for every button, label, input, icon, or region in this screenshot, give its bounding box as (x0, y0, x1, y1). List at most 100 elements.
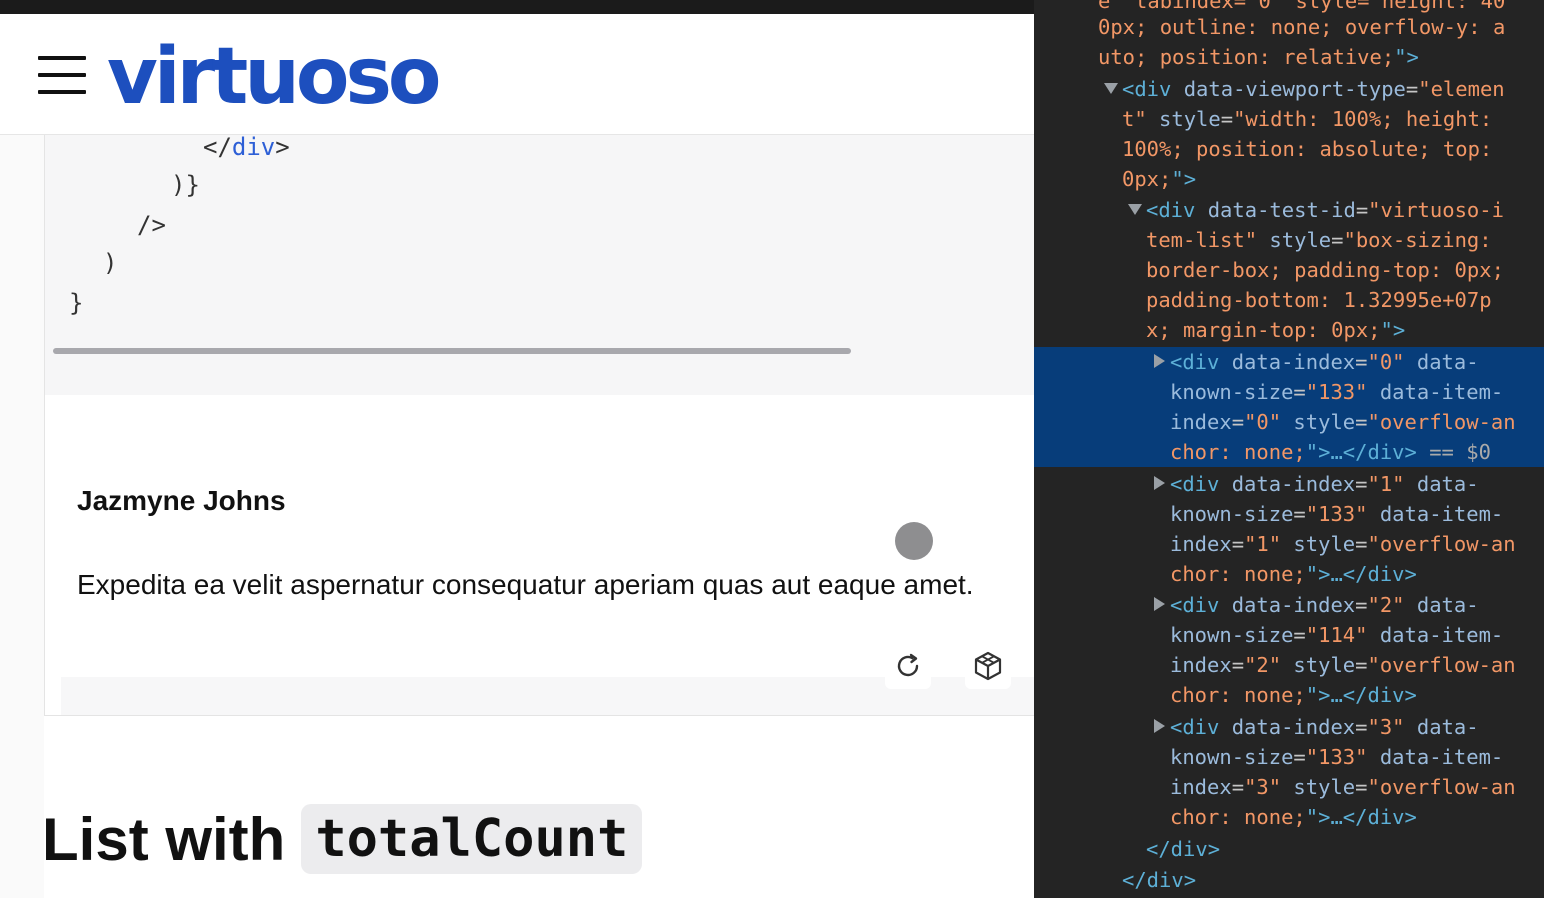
left-gutter (0, 135, 44, 898)
virtuoso-logo[interactable]: virtuoso (107, 32, 441, 122)
devtools-token: t" (1122, 107, 1160, 131)
expand-triangle-icon[interactable] (1154, 597, 1165, 611)
collapse-triangle-icon[interactable] (1104, 83, 1118, 94)
browser-top-strip (0, 0, 1034, 14)
devtools-token: </div> (1122, 868, 1197, 892)
devtools-token: "3" (1367, 715, 1405, 739)
devtools-token: = (1355, 775, 1368, 799)
devtools-token: "> (1394, 45, 1419, 69)
devtools-code-line[interactable]: 0px;"> (1122, 164, 1196, 194)
devtools-code-line[interactable]: 0px; outline: none; overflow-y: a (1098, 12, 1505, 42)
devtools-token: style (1281, 775, 1356, 799)
devtools-token: "2" (1244, 653, 1282, 677)
devtools-code-line[interactable]: <div data-test-id="virtuoso-i (1146, 195, 1504, 225)
devtools-code-line[interactable]: border-box; padding-top: 0px; (1146, 255, 1504, 285)
devtools-token: ">…</div> (1305, 805, 1417, 829)
devtools-token: uto; position: relative; (1098, 45, 1395, 69)
devtools-token: known-size (1170, 623, 1294, 647)
devtools-token: index (1170, 653, 1232, 677)
devtools-code-line[interactable]: chor: none;">…</div> == $0 (1170, 437, 1491, 467)
devtools-token: data-test-id (1207, 198, 1356, 222)
devtools-token: "box-sizing: (1343, 228, 1492, 252)
devtools-code-line[interactable]: <div data-index="2" data- (1170, 590, 1479, 620)
devtools-code-line[interactable]: chor: none;">…</div> (1170, 680, 1417, 710)
devtools-token: = (1331, 228, 1344, 252)
devtools-token: data-item- (1367, 380, 1504, 404)
expand-triangle-icon[interactable] (1154, 354, 1165, 368)
devtools-code-line[interactable]: index="0" style="overflow-an (1170, 407, 1516, 437)
section-heading-code: totalCount (301, 804, 643, 874)
devtools-code-line[interactable]: known-size="114" data-item- (1170, 620, 1503, 650)
devtools-token: = (1355, 715, 1368, 739)
code-line: </div> (203, 133, 290, 161)
devtools-code-line[interactable]: known-size="133" data-item- (1170, 742, 1503, 772)
devtools-token: x; margin-top: 0px; (1146, 318, 1381, 342)
devtools-code-line[interactable]: <div data-index="0" data- (1170, 347, 1479, 377)
devtools-token: </div> (1146, 837, 1221, 861)
devtools-token: "0" (1244, 410, 1282, 434)
devtools-token: style (1159, 107, 1221, 131)
open-in-codesandbox-button[interactable] (965, 643, 1011, 689)
devtools-token: = (1231, 410, 1245, 434)
devtools-token: ">…</div> (1305, 562, 1417, 586)
devtools-token: = (1231, 775, 1245, 799)
item-name: Jazmyne Johns (77, 485, 286, 516)
devtools-token: 0px; outline: none; overflow-y: a (1098, 15, 1506, 39)
expand-triangle-icon[interactable] (1154, 476, 1165, 490)
site-header: virtuoso (0, 14, 1034, 135)
devtools-code-line[interactable]: 100%; position: absolute; top: (1122, 134, 1492, 164)
devtools-token: tem-list" (1146, 228, 1270, 252)
devtools-token: known-size (1170, 380, 1294, 404)
devtools-token: "114" (1305, 623, 1368, 647)
devtools-token: <div (1170, 715, 1232, 739)
devtools-token: style (1281, 410, 1356, 434)
devtools-token: data-index (1231, 350, 1356, 374)
devtools-token: = (1293, 380, 1306, 404)
devtools-token: data- (1404, 472, 1479, 496)
devtools-token: data-item- (1367, 745, 1504, 769)
devtools-token: style (1269, 228, 1332, 252)
devtools-token: ">…</div> (1305, 440, 1417, 464)
devtools-code-line[interactable]: tem-list" style="box-sizing: (1146, 225, 1492, 255)
devtools-code-line[interactable]: known-size="133" data-item- (1170, 377, 1503, 407)
devtools-code-line[interactable]: t" style="width: 100%; height: (1122, 104, 1492, 134)
devtools-code-line[interactable]: <div data-viewport-type="elemen (1122, 74, 1505, 104)
devtools-code-line[interactable]: known-size="133" data-item- (1170, 499, 1503, 529)
horizontal-scrollbar[interactable] (53, 348, 851, 354)
devtools-token: data- (1404, 593, 1479, 617)
collapse-triangle-icon[interactable] (1128, 204, 1142, 215)
devtools-token: == $0 (1416, 440, 1491, 464)
devtools-token: = (1405, 77, 1419, 101)
refresh-button[interactable] (885, 643, 931, 689)
devtools-code-line[interactable]: </div> (1122, 865, 1196, 895)
devtools-code-line[interactable]: uto; position: relative;"> (1098, 42, 1419, 72)
devtools-code-line[interactable]: index="2" style="overflow-an (1170, 650, 1516, 680)
section-heading-text: List with (42, 806, 286, 873)
devtools-code-line[interactable]: chor: none;">…</div> (1170, 802, 1417, 832)
demo-list-item: Jazmyne Johns Expedita ea velit aspernat… (44, 395, 1034, 716)
devtools-token: chor: none; (1170, 683, 1306, 707)
devtools-code-line[interactable]: <div data-index="1" data- (1170, 469, 1479, 499)
devtools-code-line[interactable]: </div> (1146, 834, 1220, 864)
devtools-token: known-size (1170, 502, 1294, 526)
devtools-token: "overflow-an (1367, 532, 1516, 556)
devtools-code-line[interactable]: x; margin-top: 0px;"> (1146, 315, 1405, 345)
hamburger-icon[interactable] (38, 56, 86, 94)
devtools-token: "3" (1244, 775, 1282, 799)
devtools-token: = (1355, 198, 1369, 222)
devtools-code-line[interactable]: index="1" style="overflow-an (1170, 529, 1516, 559)
devtools-token: "1" (1367, 472, 1405, 496)
code-line: ) (103, 249, 118, 277)
devtools-code-line[interactable]: padding-bottom: 1.32995e+07p (1146, 285, 1492, 315)
devtools-token: chor: none; (1170, 805, 1306, 829)
devtools-code-line[interactable]: index="3" style="overflow-an (1170, 772, 1516, 802)
devtools-token: "2" (1367, 593, 1405, 617)
devtools-code-line[interactable]: chor: none;">…</div> (1170, 559, 1417, 589)
code-line: )} (171, 171, 200, 199)
devtools-token: = (1355, 532, 1368, 556)
devtools-code-line[interactable]: <div data-index="3" data- (1170, 712, 1479, 742)
code-line: /> (137, 211, 166, 239)
expand-triangle-icon[interactable] (1154, 719, 1165, 733)
devtools-token: = (1355, 472, 1368, 496)
devtools-token: = (1231, 532, 1245, 556)
